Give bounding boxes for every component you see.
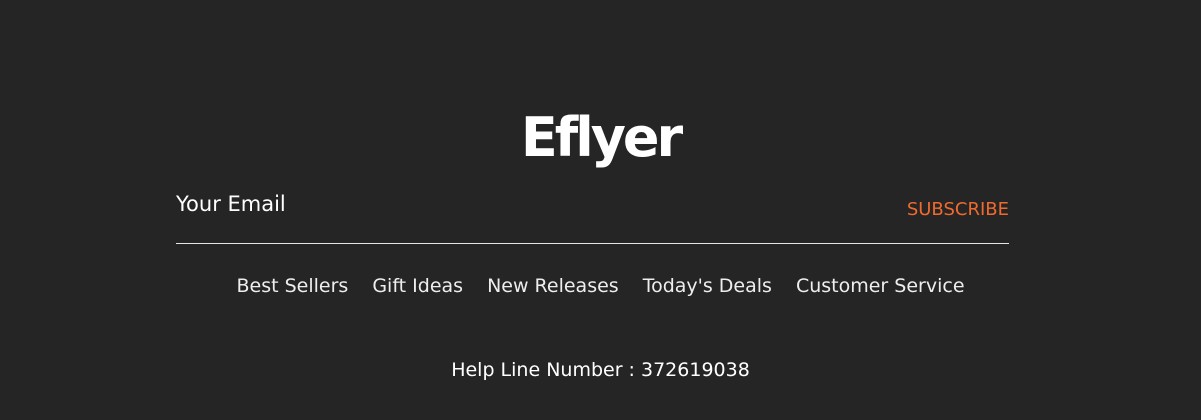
nav-link-customer-service[interactable]: Customer Service xyxy=(796,272,965,300)
subscribe-button[interactable]: SUBSCRIBE xyxy=(907,199,1009,220)
nav-link-todays-deals[interactable]: Today's Deals xyxy=(643,272,772,300)
logo[interactable]: Eflyer xyxy=(0,103,1201,173)
nav-link-gift-ideas[interactable]: Gift Ideas xyxy=(372,272,463,300)
helpline-text: Help Line Number : 372619038 xyxy=(451,359,750,381)
footer: Eflyer SUBSCRIBE Best Sellers Gift Ideas… xyxy=(0,0,1201,420)
footer-nav: Best Sellers Gift Ideas New Releases Tod… xyxy=(0,272,1201,300)
nav-link-new-releases[interactable]: New Releases xyxy=(487,272,619,300)
newsletter-form: SUBSCRIBE xyxy=(176,186,1009,244)
nav-link-best-sellers[interactable]: Best Sellers xyxy=(236,272,348,300)
email-input[interactable] xyxy=(176,186,776,222)
